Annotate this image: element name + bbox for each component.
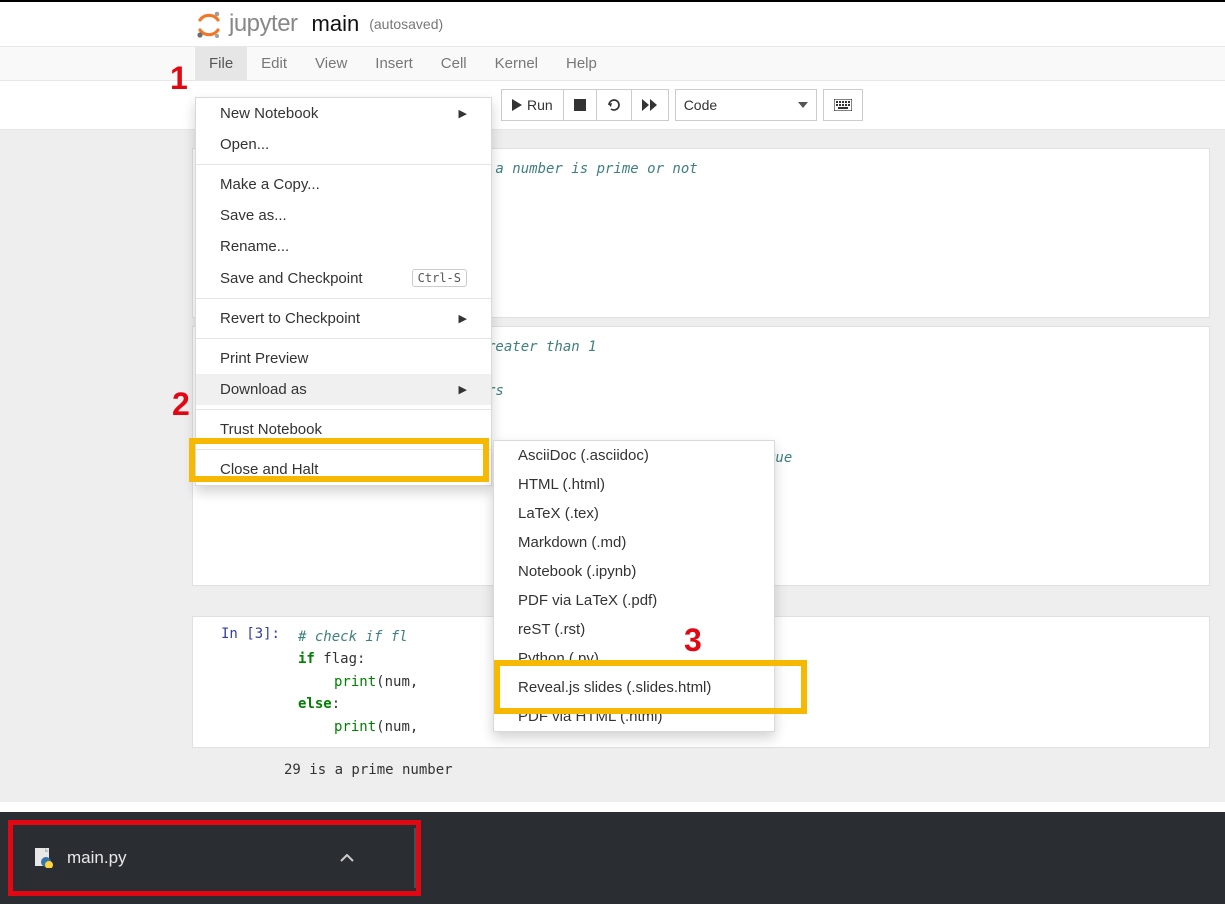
run-all-button[interactable] (632, 89, 669, 121)
code-comment: # check if fl (298, 629, 408, 645)
download-filename: main.py (67, 848, 127, 868)
download-python[interactable]: Python (.py) (494, 644, 774, 673)
command-palette-button[interactable] (823, 89, 863, 121)
chevron-down-icon (798, 102, 808, 108)
restart-button[interactable] (597, 89, 632, 121)
submenu-arrow-icon: ▶ (459, 312, 467, 325)
builtin: print (334, 674, 376, 690)
menu-open[interactable]: Open... (196, 129, 491, 160)
restart-icon (607, 98, 621, 112)
file-menu-dropdown: New Notebook ▶ Open... Make a Copy... Sa… (195, 97, 492, 486)
header: jupyter main (autosaved) (0, 2, 1225, 46)
menu-help[interactable]: Help (552, 47, 611, 80)
menu-save-as[interactable]: Save as... (196, 200, 491, 231)
download-bar-highlight: main.py (8, 820, 421, 896)
menu-insert[interactable]: Insert (361, 47, 427, 80)
keyboard-icon (834, 99, 852, 111)
menu-separator (196, 164, 491, 165)
menu-new-notebook[interactable]: New Notebook ▶ (196, 98, 491, 129)
download-latex[interactable]: LaTeX (.tex) (494, 499, 774, 528)
browser-download-bar: main.py (0, 812, 1225, 904)
submenu-arrow-icon: ▶ (459, 383, 467, 396)
keyword: else (298, 696, 332, 712)
download-as-submenu: AsciiDoc (.asciidoc) HTML (.html) LaTeX … (493, 440, 775, 732)
stop-button[interactable] (564, 89, 597, 121)
menu-view[interactable]: View (301, 47, 361, 80)
menu-file[interactable]: File (195, 47, 247, 80)
kbd-shortcut: Ctrl-S (412, 269, 467, 287)
menu-close-halt[interactable]: Close and Halt (196, 454, 491, 485)
menu-trust[interactable]: Trust Notebook (196, 414, 491, 445)
submenu-arrow-icon: ▶ (459, 107, 467, 120)
download-markdown[interactable]: Markdown (.md) (494, 528, 774, 557)
menu-cell[interactable]: Cell (427, 47, 481, 80)
download-chip[interactable]: main.py (13, 848, 127, 868)
celltype-value: Code (684, 97, 717, 113)
download-pdf-latex[interactable]: PDF via LaTeX (.pdf) (494, 586, 774, 615)
cell-prompt: In [3]: (193, 617, 288, 747)
play-icon (512, 99, 522, 111)
download-pdf-html[interactable]: PDF via HTML (.html) (494, 702, 774, 731)
download-reveal[interactable]: Reveal.js slides (.slides.html) (494, 673, 774, 702)
python-file-icon (35, 848, 53, 868)
download-notebook[interactable]: Notebook (.ipynb) (494, 557, 774, 586)
menu-make-copy[interactable]: Make a Copy... (196, 169, 491, 200)
menu-edit[interactable]: Edit (247, 47, 301, 80)
menu-revert[interactable]: Revert to Checkpoint ▶ (196, 303, 491, 334)
cell-output: 29 is a prime number (192, 756, 1210, 778)
download-html[interactable]: HTML (.html) (494, 470, 774, 499)
menu-kernel[interactable]: Kernel (481, 47, 552, 80)
menu-separator (196, 449, 491, 450)
notebook-name[interactable]: main (312, 11, 360, 37)
download-asciidoc[interactable]: AsciiDoc (.asciidoc) (494, 441, 774, 470)
menu-separator (196, 338, 491, 339)
logo-text: jupyter (229, 10, 298, 38)
download-rest[interactable]: reST (.rst) (494, 615, 774, 644)
fast-forward-icon (642, 99, 658, 111)
jupyter-logo: jupyter (195, 10, 298, 38)
jupyter-icon (195, 10, 223, 38)
annotation-1: 1 (170, 60, 188, 97)
annotation-3: 3 (684, 622, 702, 659)
run-button[interactable]: Run (501, 89, 564, 121)
chevron-up-icon[interactable] (340, 854, 354, 862)
menu-rename[interactable]: Rename... (196, 231, 491, 262)
menu-print-preview[interactable]: Print Preview (196, 343, 491, 374)
celltype-select[interactable]: Code (675, 89, 817, 121)
stop-icon (574, 99, 586, 111)
menu-download-as[interactable]: Download as ▶ (196, 374, 491, 405)
menu-separator (196, 298, 491, 299)
autosave-status: (autosaved) (369, 16, 443, 32)
menu-separator (196, 409, 491, 410)
separator (414, 828, 416, 888)
annotation-2: 2 (172, 386, 190, 423)
run-label: Run (527, 97, 553, 113)
builtin: print (334, 719, 376, 735)
menu-save-checkpoint[interactable]: Save and Checkpoint Ctrl-S (196, 262, 491, 294)
keyword: if (298, 651, 315, 667)
